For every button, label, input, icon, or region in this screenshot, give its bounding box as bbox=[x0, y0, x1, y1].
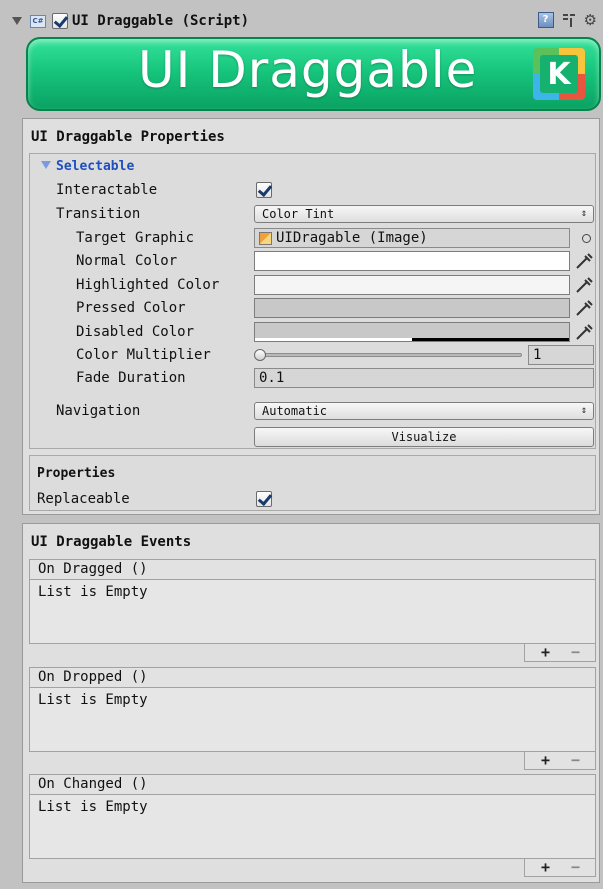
properties-section-title: UI Draggable Properties bbox=[31, 129, 225, 145]
normal-color-label: Normal Color bbox=[76, 253, 178, 269]
normal-color-field[interactable] bbox=[254, 251, 570, 271]
csharp-script-icon: C# bbox=[30, 14, 46, 28]
color-multiplier-input[interactable]: 1 bbox=[528, 345, 594, 365]
fade-duration-label: Fade Duration bbox=[76, 370, 186, 386]
highlighted-color-field[interactable] bbox=[254, 275, 570, 295]
component-enabled-checkbox[interactable] bbox=[52, 13, 68, 29]
foldout-arrow-icon[interactable] bbox=[12, 17, 22, 25]
add-listener-button[interactable]: + bbox=[541, 643, 550, 661]
dropdown-arrow-icon: ⇕ bbox=[580, 208, 587, 219]
object-picker-icon[interactable] bbox=[582, 234, 591, 243]
transition-label: Transition bbox=[56, 206, 141, 222]
logo-icon: K bbox=[533, 48, 585, 100]
target-graphic-label: Target Graphic bbox=[76, 230, 195, 246]
fade-duration-input[interactable]: 0.1 bbox=[254, 368, 594, 388]
properties-subheading: Properties bbox=[37, 466, 116, 481]
add-listener-button[interactable]: + bbox=[541, 858, 550, 876]
help-icon[interactable]: ? bbox=[537, 12, 554, 28]
navigation-label: Navigation bbox=[56, 403, 141, 419]
disabled-color-label: Disabled Color bbox=[76, 324, 195, 340]
eyedropper-icon[interactable] bbox=[573, 322, 595, 342]
component-header[interactable]: C# UI Draggable (Script) ? ⚙ bbox=[8, 6, 603, 36]
pressed-color-label: Pressed Color bbox=[76, 300, 186, 316]
add-listener-button[interactable]: + bbox=[541, 751, 550, 769]
navigation-dropdown[interactable]: Automatic ⇕ bbox=[254, 402, 594, 420]
banner-title: UI Draggable bbox=[138, 41, 478, 99]
eyedropper-icon[interactable] bbox=[573, 298, 595, 318]
remove-listener-button[interactable]: − bbox=[571, 858, 580, 876]
visualize-button[interactable]: Visualize bbox=[254, 427, 594, 447]
selectable-foldout[interactable]: Selectable bbox=[41, 159, 134, 174]
dropdown-arrow-icon: ⇕ bbox=[580, 405, 587, 416]
eyedropper-icon[interactable] bbox=[573, 251, 595, 271]
image-icon bbox=[259, 231, 272, 245]
interactable-label: Interactable bbox=[56, 182, 158, 198]
component-title: UI Draggable (Script) bbox=[72, 13, 250, 29]
replaceable-checkbox[interactable] bbox=[256, 491, 272, 507]
event-header-on-dropped: On Dropped () bbox=[29, 667, 596, 688]
foldout-triangle-icon bbox=[41, 161, 51, 169]
remove-listener-button[interactable]: − bbox=[571, 643, 580, 661]
inspector-window: { "header": { "title": "UI Draggable (Sc… bbox=[0, 0, 603, 889]
ui-draggable-banner: UI Draggable K bbox=[26, 37, 601, 111]
slider-knob[interactable] bbox=[254, 349, 266, 361]
remove-listener-button[interactable]: − bbox=[571, 751, 580, 769]
events-section-title: UI Draggable Events bbox=[31, 534, 192, 550]
transition-dropdown[interactable]: Color Tint ⇕ bbox=[254, 205, 594, 223]
target-graphic-field[interactable]: UIDragable (Image) bbox=[254, 228, 570, 248]
color-multiplier-slider[interactable] bbox=[259, 353, 522, 357]
events-panel: UI Draggable Events On Dragged () List i… bbox=[22, 523, 600, 883]
event-list-on-dragged: List is Empty bbox=[29, 580, 596, 644]
pressed-color-field[interactable] bbox=[254, 298, 570, 318]
event-header-on-changed: On Changed () bbox=[29, 774, 596, 795]
alpha-bar bbox=[255, 338, 569, 341]
event-add-remove-on-dragged: + − bbox=[524, 643, 596, 662]
event-header-on-dragged: On Dragged () bbox=[29, 559, 596, 580]
eyedropper-icon[interactable] bbox=[573, 275, 595, 295]
color-multiplier-label: Color Multiplier bbox=[76, 347, 211, 363]
highlighted-color-label: Highlighted Color bbox=[76, 277, 220, 293]
properties-panel: UI Draggable Properties Selectable Inter… bbox=[22, 118, 600, 515]
replaceable-label: Replaceable bbox=[37, 491, 130, 507]
disabled-color-field[interactable] bbox=[254, 322, 570, 342]
gear-icon[interactable]: ⚙ bbox=[584, 12, 597, 28]
event-list-on-dropped: List is Empty bbox=[29, 688, 596, 752]
event-list-on-changed: List is Empty bbox=[29, 795, 596, 859]
event-add-remove-on-dropped: + − bbox=[524, 751, 596, 770]
presets-icon[interactable] bbox=[562, 12, 576, 28]
event-add-remove-on-changed: + − bbox=[524, 858, 596, 877]
interactable-checkbox[interactable] bbox=[256, 182, 272, 198]
